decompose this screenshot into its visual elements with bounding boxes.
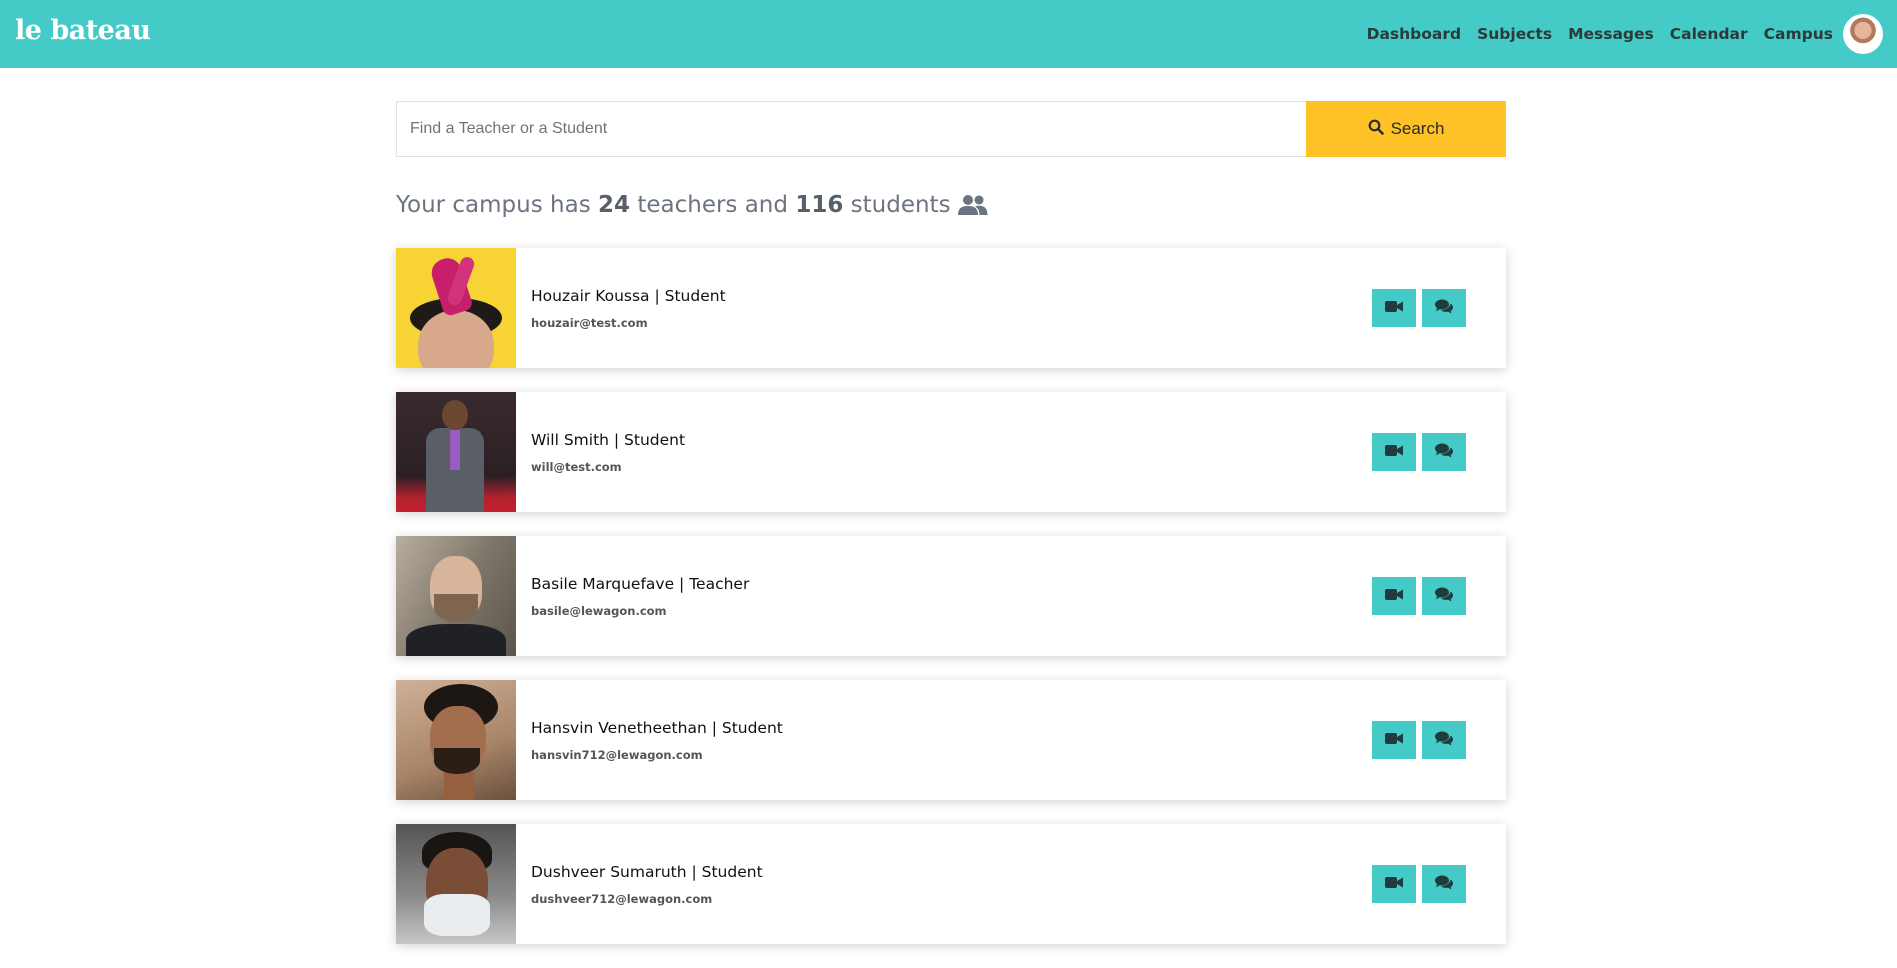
students-count: 116 (795, 192, 844, 218)
summary-prefix: Your campus has (396, 192, 591, 218)
person-email: dushveer712@lewagon.com (531, 891, 713, 906)
brand-logo[interactable]: le bateau (15, 15, 151, 46)
person-name: Basile Marquefave | Teacher (531, 574, 750, 593)
user-avatar[interactable] (1843, 14, 1883, 54)
video-call-button[interactable] (1372, 433, 1416, 471)
summary-suffix: students (850, 192, 951, 218)
person-card[interactable]: Dushveer Sumaruth | Student dushveer712@… (396, 824, 1506, 944)
search-button-label: Search (1390, 119, 1445, 138)
nav-link-subjects[interactable]: Subjects (1477, 25, 1552, 43)
comments-icon (1435, 731, 1453, 749)
chat-button[interactable] (1422, 865, 1466, 903)
person-name: Houzair Koussa | Student (531, 286, 726, 305)
person-photo (396, 824, 516, 944)
person-name: Dushveer Sumaruth | Student (531, 862, 763, 881)
nav-links: Dashboard Subjects Messages Calendar Cam… (1351, 14, 1883, 54)
comments-icon (1435, 587, 1453, 605)
campus-summary: Your campus has 24 teachers and 116 stud… (396, 192, 988, 218)
users-icon (957, 194, 988, 216)
person-name: Will Smith | Student (531, 430, 686, 449)
search-button[interactable]: Search (1306, 101, 1506, 157)
person-photo (396, 392, 516, 512)
video-camera-icon (1385, 732, 1403, 748)
nav-link-dashboard[interactable]: Dashboard (1367, 25, 1462, 43)
video-camera-icon (1385, 876, 1403, 892)
nav-link-messages[interactable]: Messages (1568, 25, 1654, 43)
nav-link-calendar[interactable]: Calendar (1670, 25, 1748, 43)
comments-icon (1435, 443, 1453, 461)
person-photo (396, 248, 516, 368)
search-icon (1368, 119, 1391, 140)
video-call-button[interactable] (1372, 865, 1416, 903)
person-email: will@test.com (531, 459, 622, 474)
people-list: Houzair Koussa | Student houzair@test.co… (396, 248, 1506, 968)
chat-button[interactable] (1422, 289, 1466, 327)
person-name: Hansvin Venetheethan | Student (531, 718, 783, 737)
chat-button[interactable] (1422, 721, 1466, 759)
comments-icon (1435, 299, 1453, 317)
person-card[interactable]: Hansvin Venetheethan | Student hansvin71… (396, 680, 1506, 800)
person-card[interactable]: Basile Marquefave | Teacher basile@lewag… (396, 536, 1506, 656)
person-photo (396, 680, 516, 800)
nav-link-campus[interactable]: Campus (1764, 25, 1833, 43)
chat-button[interactable] (1422, 577, 1466, 615)
person-card[interactable]: Houzair Koussa | Student houzair@test.co… (396, 248, 1506, 368)
video-call-button[interactable] (1372, 289, 1416, 327)
video-camera-icon (1385, 444, 1403, 460)
person-card[interactable]: Will Smith | Student will@test.com (396, 392, 1506, 512)
video-camera-icon (1385, 588, 1403, 604)
summary-middle: teachers and (637, 192, 788, 218)
comments-icon (1435, 875, 1453, 893)
chat-button[interactable] (1422, 433, 1466, 471)
search-input[interactable] (396, 101, 1306, 157)
teachers-count: 24 (598, 192, 631, 218)
video-call-button[interactable] (1372, 577, 1416, 615)
video-call-button[interactable] (1372, 721, 1416, 759)
person-email: basile@lewagon.com (531, 603, 667, 618)
top-navbar: le bateau Dashboard Subjects Messages Ca… (0, 0, 1897, 68)
video-camera-icon (1385, 300, 1403, 316)
person-photo (396, 536, 516, 656)
person-email: hansvin712@lewagon.com (531, 747, 703, 762)
person-email: houzair@test.com (531, 315, 648, 330)
search-bar: Search (396, 101, 1506, 157)
